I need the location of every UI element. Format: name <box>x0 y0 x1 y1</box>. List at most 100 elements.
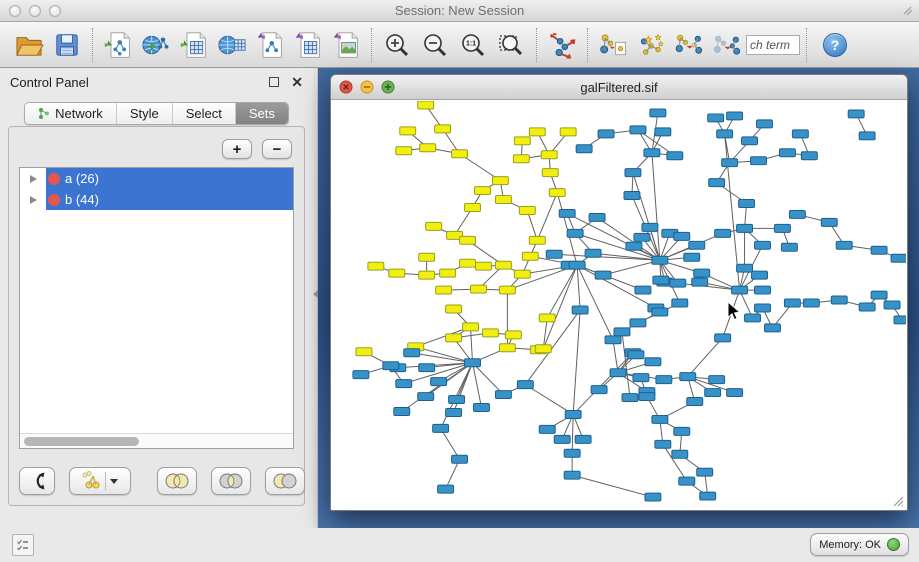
graph-node[interactable] <box>433 424 449 432</box>
graph-edge[interactable] <box>622 332 630 398</box>
graph-node[interactable] <box>784 299 800 307</box>
graph-node[interactable] <box>633 374 649 382</box>
graph-edge[interactable] <box>441 428 460 459</box>
union-button[interactable] <box>157 467 197 495</box>
import-table-url-button[interactable] <box>213 26 251 64</box>
import-network-url-button[interactable] <box>137 26 175 64</box>
graph-node[interactable] <box>634 233 650 241</box>
float-panel-icon[interactable] <box>269 77 279 87</box>
graph-node[interactable] <box>672 450 688 458</box>
export-table-button[interactable] <box>289 26 327 64</box>
graph-node[interactable] <box>670 279 686 287</box>
graph-node[interactable] <box>435 125 451 133</box>
graph-node[interactable] <box>752 271 768 279</box>
graph-node[interactable] <box>595 271 611 279</box>
graph-node[interactable] <box>803 299 819 307</box>
graph-node[interactable] <box>628 351 644 359</box>
graph-node[interactable] <box>482 329 498 337</box>
disclosure-triangle-icon[interactable] <box>30 196 37 204</box>
graph-node[interactable] <box>495 261 511 269</box>
graph-node[interactable] <box>591 386 607 394</box>
graph-node[interactable] <box>419 253 435 261</box>
tab-network[interactable]: Network <box>25 103 116 124</box>
window-resize-grip-icon[interactable] <box>891 494 904 507</box>
graph-node[interactable] <box>559 209 575 217</box>
save-session-button[interactable] <box>48 26 86 64</box>
graph-node[interactable] <box>745 314 761 322</box>
graph-node[interactable] <box>446 408 462 416</box>
graph-node[interactable] <box>476 262 492 270</box>
graph-node[interactable] <box>383 362 399 370</box>
graph-node[interactable] <box>656 376 672 384</box>
graph-edge[interactable] <box>473 363 504 395</box>
graph-node[interactable] <box>674 232 690 240</box>
apply-layout-button[interactable] <box>543 26 581 64</box>
graph-node[interactable] <box>655 128 671 136</box>
graph-node[interactable] <box>715 229 731 237</box>
close-view-icon[interactable] <box>339 80 353 94</box>
graph-node[interactable] <box>564 471 580 479</box>
graph-node[interactable] <box>687 398 703 406</box>
scrollbar-thumb[interactable] <box>24 437 139 446</box>
graph-node[interactable] <box>471 285 487 293</box>
graph-node[interactable] <box>739 200 755 208</box>
graph-edge[interactable] <box>537 193 557 241</box>
graph-node[interactable] <box>465 203 481 211</box>
tab-style[interactable]: Style <box>116 103 172 124</box>
graph-edge[interactable] <box>572 414 573 453</box>
graph-node[interactable] <box>672 299 688 307</box>
graph-edge[interactable] <box>577 265 580 310</box>
graph-node[interactable] <box>884 301 900 309</box>
graph-node[interactable] <box>546 250 562 258</box>
graph-node[interactable] <box>742 137 758 145</box>
graph-node[interactable] <box>576 145 592 153</box>
task-history-button[interactable] <box>12 534 34 556</box>
graph-node[interactable] <box>449 396 465 404</box>
network-canvas[interactable] <box>332 101 906 509</box>
graph-node[interactable] <box>418 393 434 401</box>
graph-node[interactable] <box>446 334 462 342</box>
graph-node[interactable] <box>585 249 601 257</box>
graph-edge[interactable] <box>572 475 653 497</box>
graph-node[interactable] <box>630 126 646 134</box>
graph-node[interactable] <box>715 334 731 342</box>
graph-node[interactable] <box>737 264 753 272</box>
graph-node[interactable] <box>645 358 661 366</box>
graph-node[interactable] <box>732 286 748 294</box>
graph-node[interactable] <box>653 276 669 284</box>
graph-node[interactable] <box>727 389 743 397</box>
graph-node[interactable] <box>891 254 906 262</box>
graph-node[interactable] <box>655 440 671 448</box>
zoom-actual-size-button[interactable]: 1:1 <box>454 26 492 64</box>
help-button[interactable]: ? <box>823 33 847 57</box>
graph-edge[interactable] <box>603 260 660 275</box>
graph-node[interactable] <box>356 348 372 356</box>
import-table-file-button[interactable] <box>175 26 213 64</box>
graph-node[interactable] <box>635 286 651 294</box>
create-set-from-network-button[interactable] <box>69 467 131 495</box>
graph-node[interactable] <box>717 130 733 138</box>
graph-node[interactable] <box>626 242 642 250</box>
remove-set-button[interactable]: − <box>262 139 292 159</box>
graph-node[interactable] <box>692 278 708 286</box>
graph-edge[interactable] <box>573 310 580 414</box>
memory-status-button[interactable]: Memory: OK <box>810 533 909 556</box>
graph-node[interactable] <box>764 324 780 332</box>
graph-node[interactable] <box>575 435 591 443</box>
graph-node[interactable] <box>894 316 906 324</box>
graph-node[interactable] <box>610 369 626 377</box>
graph-node[interactable] <box>709 376 725 384</box>
graph-node[interactable] <box>514 137 530 145</box>
maximize-view-icon[interactable] <box>381 80 395 94</box>
graph-node[interactable] <box>831 296 847 304</box>
import-network-file-button[interactable] <box>99 26 137 64</box>
graph-node[interactable] <box>436 286 452 294</box>
graph-node[interactable] <box>396 147 412 155</box>
graph-node[interactable] <box>652 308 668 316</box>
graph-node[interactable] <box>821 218 837 226</box>
graph-node[interactable] <box>789 210 805 218</box>
graph-node[interactable] <box>495 196 511 204</box>
graph-node[interactable] <box>420 144 436 152</box>
graph-node[interactable] <box>572 306 588 314</box>
graph-node[interactable] <box>684 253 700 261</box>
